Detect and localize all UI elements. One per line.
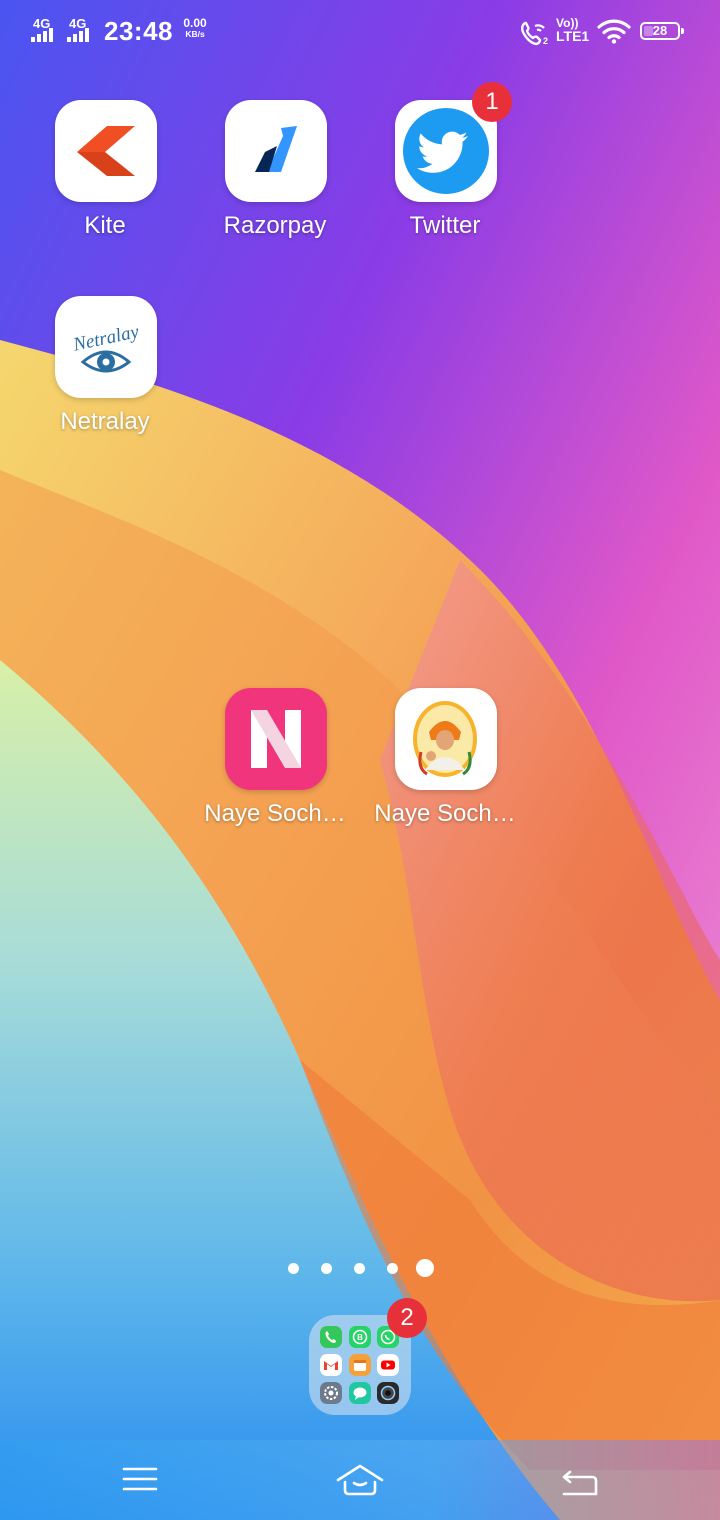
kite-logo-icon <box>77 126 135 176</box>
calendar-icon <box>349 1354 371 1376</box>
twitter-notification-badge: 1 <box>472 82 512 122</box>
app-label-naye-soch-2: Naye Soch… <box>374 800 516 827</box>
app-label-razorpay: Razorpay <box>223 212 327 239</box>
svg-text:B: B <box>357 1333 363 1342</box>
kite-app-icon[interactable] <box>55 100 157 202</box>
camera-icon <box>377 1382 399 1404</box>
gmail-icon <box>320 1354 342 1376</box>
netralay-app-icon[interactable]: Netralay <box>55 296 157 398</box>
youtube-icon <box>377 1354 399 1376</box>
page-indicator[interactable] <box>280 1258 440 1280</box>
naye-soch-n-app-icon[interactable] <box>225 688 327 790</box>
status-bar: 4G 4G 23:48 0.00 KB/s 2 Vo)) LTE1 28 <box>0 0 720 64</box>
app-naye-soch-n[interactable]: Naye Soch… <box>190 688 360 848</box>
app-folder[interactable]: B 2 <box>309 1298 427 1415</box>
battery-cap <box>681 28 684 34</box>
folder-notification-badge: 2 <box>387 1298 427 1338</box>
back-icon <box>562 1470 598 1496</box>
sim1-signal-icon <box>31 28 53 42</box>
phone-icon <box>320 1326 342 1348</box>
razorpay-logo-icon <box>255 126 297 172</box>
messages-icon <box>349 1382 371 1404</box>
navigation-bar <box>0 1440 720 1520</box>
page-dot[interactable] <box>321 1263 332 1274</box>
network-speed-unit: KB/s <box>185 29 205 39</box>
app-label-kite: Kite <box>84 212 126 239</box>
razorpay-app-icon[interactable] <box>225 100 327 202</box>
lte-label: LTE1 <box>556 28 590 44</box>
sim2-signal-icon <box>67 28 89 42</box>
volte-indicator: Vo)) LTE1 <box>556 17 590 44</box>
app-netralay[interactable]: Netralay Netralay <box>20 296 190 456</box>
app-twitter[interactable]: 1 Twitter <box>360 82 530 260</box>
app-label-netralay: Netralay <box>60 408 150 435</box>
clock: 23:48 <box>104 16 173 46</box>
sai-portrait-icon <box>413 701 477 777</box>
wifi-icon <box>597 19 631 44</box>
app-naye-soch-sai[interactable]: Naye Soch… <box>360 688 530 848</box>
app-label-naye-soch-1: Naye Soch… <box>204 800 346 827</box>
settings-icon <box>320 1382 342 1404</box>
naye-soch-sai-app-icon[interactable] <box>395 688 497 790</box>
home-icon <box>336 1464 384 1496</box>
page-dot[interactable] <box>387 1263 398 1274</box>
network-speed: 0.00 KB/s <box>180 16 210 40</box>
whatsapp-business-icon: B <box>349 1326 371 1348</box>
wifi-calling-icon: 2 <box>521 21 548 46</box>
app-label-twitter: Twitter <box>409 212 481 239</box>
menu-icon <box>122 1467 158 1491</box>
menu-button[interactable] <box>100 1450 180 1510</box>
page-dot-active[interactable] <box>416 1259 434 1277</box>
naye-soch-n-logo-icon <box>251 710 301 768</box>
battery-icon: 28 <box>640 22 684 42</box>
netralay-logo-icon: Netralay <box>70 321 141 373</box>
home-button[interactable] <box>320 1450 400 1510</box>
page-dot[interactable] <box>354 1263 365 1274</box>
network-speed-value: 0.00 <box>183 16 207 30</box>
page-dot[interactable] <box>288 1263 299 1274</box>
back-button[interactable] <box>540 1450 620 1510</box>
battery-percent: 28 <box>652 23 668 38</box>
app-kite[interactable]: Kite <box>20 100 190 260</box>
app-razorpay[interactable]: Razorpay <box>190 100 360 260</box>
svg-text:2: 2 <box>543 36 548 46</box>
